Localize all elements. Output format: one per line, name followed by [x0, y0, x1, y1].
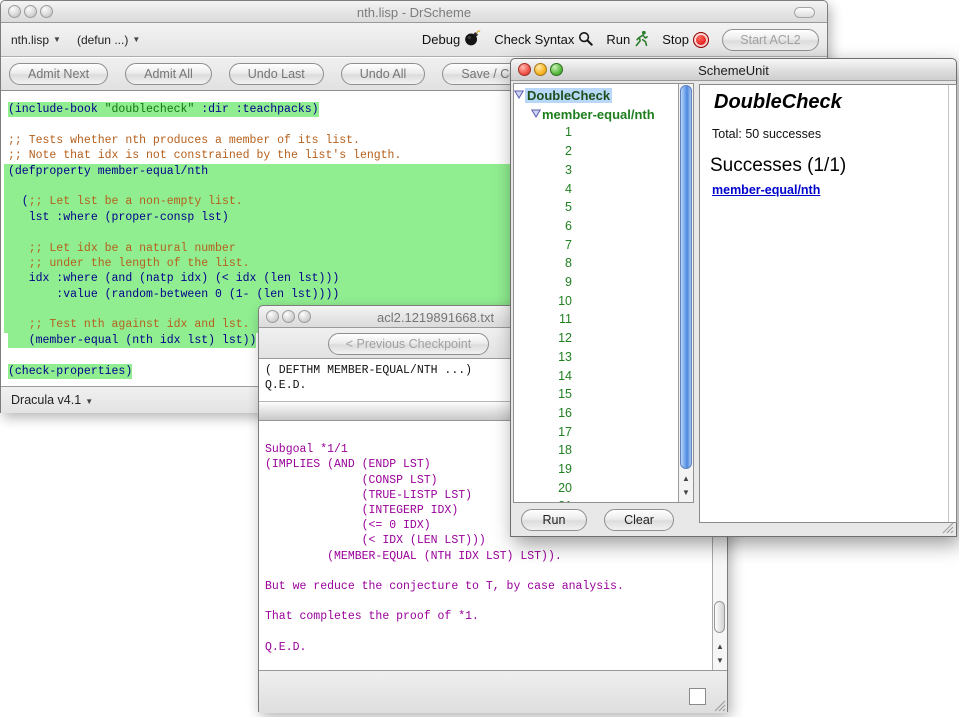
window-title: nth.lisp - DrScheme [1, 5, 827, 20]
tree-item-member-equal-nth[interactable]: member-equal/nth [514, 105, 693, 124]
tree-case-item[interactable]: 21 [514, 497, 693, 503]
tree-case-item[interactable]: 3 [514, 161, 693, 180]
run-tests-button[interactable]: Run [521, 509, 587, 531]
scroll-down-icon[interactable]: ▼ [679, 486, 693, 500]
chevron-down-icon: ▼ [132, 35, 140, 44]
start-acl2-button[interactable]: Start ACL2 [722, 29, 819, 51]
tree-scrollbar[interactable]: ▲ ▼ [678, 84, 693, 502]
results-panel[interactable]: DoubleCheck Total: 50 successes Successe… [699, 84, 957, 523]
tree-case-item[interactable]: 15 [514, 385, 693, 404]
tree-case-item[interactable]: 1 [514, 123, 693, 142]
checkbox[interactable] [689, 688, 706, 705]
check-syntax-button[interactable]: Check Syntax [494, 31, 593, 49]
chevron-down-icon: ▼ [85, 397, 93, 406]
resize-grip-icon[interactable] [713, 699, 726, 712]
test-result-link[interactable]: member-equal/nth [712, 183, 820, 197]
test-tree-pane[interactable]: DoubleCheck member-equal/nth 12345678910… [513, 83, 694, 503]
stop-button[interactable]: Stop [662, 32, 709, 48]
tree-case-item[interactable]: 19 [514, 460, 693, 479]
dracula-version-dropdown[interactable]: Dracula v4.1▼ [11, 393, 93, 407]
debug-button[interactable]: Debug [422, 30, 481, 49]
previous-checkpoint-button[interactable]: < Previous Checkpoint [328, 333, 489, 355]
tree-case-item[interactable]: 8 [514, 254, 693, 273]
toolbar-collapse-button[interactable] [794, 7, 815, 18]
bomb-icon [464, 30, 481, 49]
tree-case-item[interactable]: 16 [514, 404, 693, 423]
results-scroll-gutter [948, 85, 949, 522]
schemeunit-window: SchemeUnit DoubleCheck member-equal/nth … [510, 58, 957, 537]
admit-toolbar-button[interactable]: Undo All [341, 63, 426, 85]
window-title: acl2.1219891668.txt [377, 310, 494, 325]
close-button[interactable] [266, 310, 279, 323]
clear-button[interactable]: Clear [604, 509, 674, 531]
total-successes-text: Total: 50 successes [712, 127, 821, 141]
stop-icon [693, 32, 709, 48]
tree-case-item[interactable]: 7 [514, 236, 693, 255]
resize-grip-icon[interactable] [941, 521, 954, 534]
tree-case-item[interactable]: 9 [514, 273, 693, 292]
scroll-up-icon[interactable]: ▲ [679, 472, 693, 486]
drscheme-titlebar[interactable]: nth.lisp - DrScheme [1, 1, 827, 23]
admit-toolbar-button[interactable]: Admit All [125, 63, 212, 85]
window-title: SchemeUnit [511, 63, 956, 78]
tree-case-item[interactable]: 6 [514, 217, 693, 236]
tree-case-item[interactable]: 13 [514, 348, 693, 367]
main-toolbar: nth.lisp▼ (defun ...)▼ Debug Check Synta… [1, 23, 827, 57]
scrollbar-thumb[interactable] [714, 601, 725, 633]
tree-item-doublecheck[interactable]: DoubleCheck [514, 86, 693, 105]
tree-case-item[interactable]: 2 [514, 142, 693, 161]
disclosure-triangle-icon[interactable] [514, 86, 524, 104]
scroll-up-icon[interactable]: ▲ [713, 640, 727, 654]
runner-icon [634, 30, 649, 50]
tree-case-item[interactable]: 18 [514, 441, 693, 460]
chevron-down-icon: ▼ [53, 35, 61, 44]
defun-dropdown[interactable]: (defun ...)▼ [77, 33, 140, 47]
zoom-button[interactable] [298, 310, 311, 323]
scroll-down-icon[interactable]: ▼ [713, 654, 727, 668]
results-heading: DoubleCheck [714, 91, 842, 114]
scrollbar-thumb[interactable] [680, 85, 692, 469]
tree-case-item[interactable]: 10 [514, 292, 693, 311]
tree-case-item[interactable]: 5 [514, 198, 693, 217]
minimize-button[interactable] [282, 310, 295, 323]
acl2-bottom-bar [259, 670, 727, 713]
successes-heading: Successes (1/1) [710, 155, 846, 177]
tree-case-item[interactable]: 14 [514, 367, 693, 386]
tree-case-item[interactable]: 11 [514, 310, 693, 329]
run-button[interactable]: Run [606, 30, 649, 50]
schemeunit-titlebar[interactable]: SchemeUnit [511, 59, 956, 81]
tree-case-item[interactable]: 4 [514, 180, 693, 199]
search-icon [578, 31, 593, 49]
tree-case-item[interactable]: 12 [514, 329, 693, 348]
disclosure-triangle-icon[interactable] [531, 105, 541, 123]
admit-toolbar-button[interactable]: Undo Last [229, 63, 324, 85]
tree-case-item[interactable]: 20 [514, 479, 693, 498]
file-dropdown[interactable]: nth.lisp▼ [11, 33, 61, 47]
tree-case-item[interactable]: 17 [514, 423, 693, 442]
admit-toolbar-button[interactable]: Admit Next [9, 63, 108, 85]
